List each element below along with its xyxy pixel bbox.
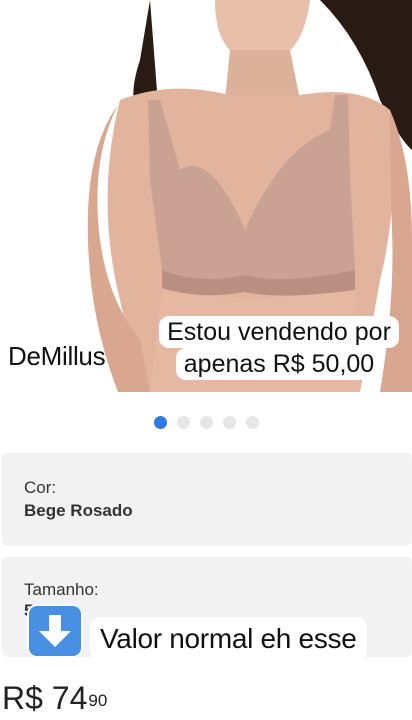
carousel-dot-1[interactable] bbox=[153, 416, 167, 429]
brand-caption: DeMillus bbox=[8, 341, 106, 371]
carousel-dot-4[interactable] bbox=[222, 416, 236, 429]
carousel-dot-3[interactable] bbox=[199, 416, 213, 429]
sale-price-caption: Estou vendendo por apenas R$ 50,00 bbox=[146, 316, 412, 380]
sale-caption-line1: Estou vendendo por bbox=[159, 316, 399, 348]
color-value: Bege Rosado bbox=[24, 501, 133, 520]
carousel-indicator bbox=[0, 416, 412, 432]
color-label: Cor: bbox=[24, 478, 57, 497]
normal-price-caption: Valor normal eh esse bbox=[90, 617, 367, 661]
carousel-dot-2[interactable] bbox=[176, 416, 190, 429]
size-label: Tamanho: bbox=[24, 580, 99, 599]
price-integer: R$ 74 bbox=[2, 680, 88, 716]
product-price: R$ 7490 bbox=[2, 678, 107, 718]
carousel-dot-5[interactable] bbox=[245, 416, 259, 429]
price-cents: 90 bbox=[88, 691, 108, 710]
sale-caption-line2: apenas R$ 50,00 bbox=[175, 348, 383, 380]
down-arrow-emoji-icon bbox=[27, 604, 83, 658]
color-selector[interactable]: Cor: Bege Rosado bbox=[2, 453, 412, 546]
